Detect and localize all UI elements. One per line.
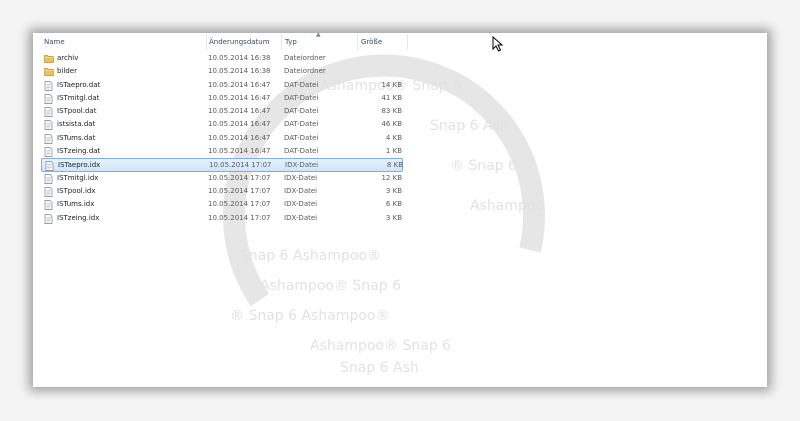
file-row[interactable]: ISTums.idx 10.05.2014 17:07 IDX-Datei 6 KB — [41, 198, 411, 211]
file-icon — [44, 200, 53, 211]
file-modified-date: 10.05.2014 16:47 — [208, 133, 271, 142]
file-size: 83 KB — [381, 107, 402, 116]
file-modified-date: 10.05.2014 16:47 — [208, 93, 271, 102]
file-name: archiv — [57, 54, 79, 62]
file-size: 4 KB — [385, 133, 402, 142]
file-icon — [44, 133, 53, 144]
mouse-cursor-icon — [492, 36, 504, 52]
file-modified-date: 10.05.2014 16:47 — [208, 80, 271, 89]
file-modified-date: 10.05.2014 16:47 — [208, 147, 271, 156]
file-size — [360, 65, 402, 78]
file-row[interactable]: archiv 10.05.2014 16:38 Dateiordner — [41, 52, 411, 65]
file-modified-date: 10.05.2014 17:07 — [208, 173, 271, 182]
file-icon — [44, 94, 53, 104]
file-modified-date: 10.05.2014 16:38 — [208, 54, 271, 62]
file-row[interactable]: ISTaepro.idx 10.05.2014 17:07 IDX-Datei 8 K… — [41, 158, 403, 172]
file-type: Dateiordner — [284, 67, 326, 76]
file-row[interactable]: ISTmitgl.dat 10.05.2014 16:47 DAT-Datei 41 … — [41, 92, 411, 105]
file-size: 1 KB — [385, 147, 402, 156]
file-size: 46 KB — [381, 120, 402, 129]
file-type: DAT-Datei — [284, 93, 319, 102]
file-icon — [44, 187, 53, 197]
file-name: ISTaepro.idx — [58, 161, 101, 170]
file-name: ISTums.dat — [57, 133, 96, 142]
column-header-row: Name Änderungsdatum Typ Größe — [41, 34, 411, 50]
file-icon — [44, 173, 53, 184]
file-name: ISTpool.dat — [57, 107, 97, 116]
file-size: 41 KB — [381, 93, 402, 102]
file-row[interactable]: ISTzeing.idx 10.05.2014 17:07 IDX-Datei 3 K… — [41, 212, 411, 225]
file-type: Dateiordner — [284, 54, 326, 62]
file-type: DAT-Datei — [284, 133, 319, 142]
file-name: ISTmitgl.idx — [57, 173, 99, 182]
file-row[interactable]: istsista.dat 10.05.2014 16:47 DAT-Datei 46 … — [41, 118, 411, 131]
folder-icon — [44, 54, 54, 63]
file-modified-date: 10.05.2014 17:07 — [208, 213, 271, 222]
file-modified-date: 10.05.2014 17:07 — [208, 200, 271, 209]
file-icon — [44, 120, 53, 131]
file-type: IDX-Datei — [284, 186, 318, 195]
file-row[interactable]: ISTaepro.dat 10.05.2014 16:47 DAT-Datei 14 … — [41, 79, 411, 92]
folder-icon — [44, 67, 54, 77]
file-size: 3 KB — [385, 186, 402, 195]
file-modified-date: 10.05.2014 17:07 — [208, 186, 271, 195]
file-icon — [44, 107, 53, 118]
column-header-size[interactable]: Größe — [359, 34, 408, 50]
file-size: 12 KB — [381, 173, 402, 182]
file-type: DAT-Datei — [284, 147, 319, 156]
file-name: bilder — [57, 67, 77, 76]
file-name: ISTzeing.idx — [57, 213, 100, 222]
file-size: 6 KB — [385, 200, 402, 209]
file-size — [360, 52, 402, 65]
file-row[interactable]: ISTpool.dat 10.05.2014 16:47 DAT-Datei 83 K… — [41, 105, 411, 118]
file-name: ISTaepro.dat — [57, 80, 101, 89]
file-name: ISTzeing.dat — [57, 147, 101, 156]
column-header-name[interactable]: Name — [41, 34, 207, 50]
file-row[interactable]: bilder 10.05.2014 16:38 Dateiordner — [41, 65, 411, 78]
file-size: 3 KB — [385, 213, 402, 222]
file-icon — [44, 80, 53, 91]
file-type: DAT-Datei — [284, 107, 319, 116]
file-name: ISTpool.idx — [57, 186, 96, 195]
file-type: IDX-Datei — [285, 161, 319, 170]
file-row[interactable]: ISTpool.idx 10.05.2014 17:07 IDX-Datei 3 KB — [41, 185, 411, 198]
file-icon — [45, 161, 54, 172]
file-row[interactable]: ISTzeing.dat 10.05.2014 16:47 DAT-Datei 1 K… — [41, 145, 411, 158]
file-row[interactable]: ISTmitgl.idx 10.05.2014 17:07 IDX-Datei 12 … — [41, 172, 411, 185]
column-header-date[interactable]: Änderungsdatum — [207, 34, 282, 50]
file-name: ISTums.idx — [57, 200, 95, 209]
file-type: DAT-Datei — [284, 80, 319, 89]
file-modified-date: 10.05.2014 16:38 — [208, 67, 271, 76]
file-modified-date: 10.05.2014 16:47 — [208, 120, 271, 129]
file-size: 14 KB — [381, 80, 402, 89]
file-size: 8 KB — [386, 161, 403, 170]
file-type: DAT-Datei — [284, 120, 319, 129]
file-type: IDX-Datei — [284, 200, 318, 209]
file-name: istsista.dat — [57, 120, 96, 129]
file-row[interactable]: ISTums.dat 10.05.2014 16:47 DAT-Datei 4 KB — [41, 132, 411, 145]
file-type: IDX-Datei — [284, 173, 318, 182]
file-modified-date: 10.05.2014 16:47 — [208, 107, 271, 116]
file-icon — [44, 147, 53, 157]
file-name: ISTmitgl.dat — [57, 93, 100, 102]
sort-ascending-icon: ▲ — [316, 31, 321, 38]
file-type: IDX-Datei — [284, 213, 318, 222]
file-icon — [44, 213, 53, 224]
file-modified-date: 10.05.2014 17:07 — [209, 161, 272, 170]
file-list: archiv 10.05.2014 16:38 Dateiordner bilder 1… — [41, 52, 411, 225]
